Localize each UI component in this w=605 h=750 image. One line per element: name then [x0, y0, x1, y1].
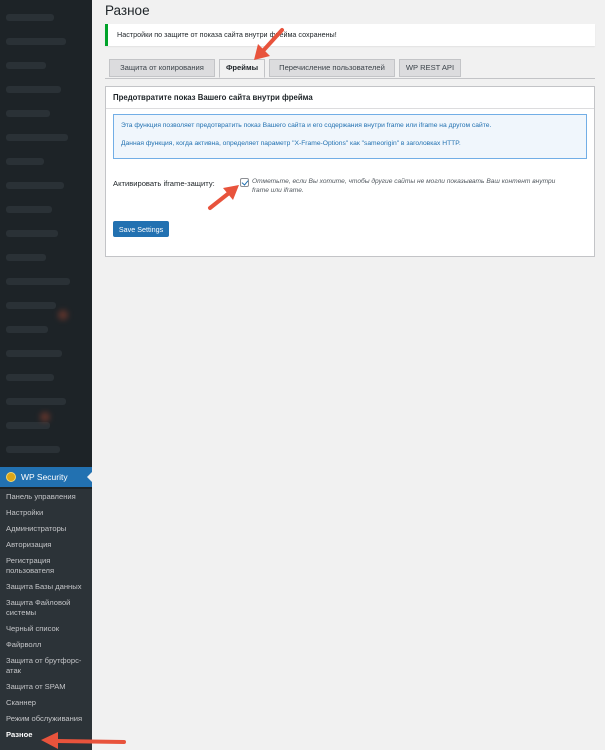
sidebar-item[interactable]: Разное — [0, 727, 92, 743]
blurred-admin-menu — [0, 0, 92, 460]
sidebar-item[interactable]: Защита Базы данных — [0, 579, 92, 595]
sidebar-item[interactable]: Панель управления — [0, 489, 92, 505]
settings-panel: Предотвратите показ Вашего сайта внутри … — [105, 86, 595, 257]
sidebar-item[interactable]: Сканнер — [0, 695, 92, 711]
sidebar-item[interactable]: Защита от брутфорс-атак — [0, 653, 92, 679]
success-notice: Настройки по защите от показа сайта внут… — [105, 24, 595, 46]
sidebar-item[interactable]: Защита от SPAM — [0, 679, 92, 695]
tab-wp-rest-api[interactable]: WP REST API — [399, 59, 461, 77]
main-content: Разное Настройки по защите от показа сай… — [105, 0, 595, 257]
info-line-1: Эта функция позволяет предотвратить пока… — [121, 122, 492, 129]
admin-sidebar: WP Security Панель управления Настройки Ад… — [0, 0, 92, 750]
sidebar-item[interactable]: Администраторы — [0, 521, 92, 537]
iframe-option-label: Активировать iframe-защиту: — [113, 179, 215, 188]
info-box: Эта функция позволяет предотвратить пока… — [113, 114, 587, 159]
sidebar-item[interactable]: Настройки — [0, 505, 92, 521]
sidebar-submenu: Панель управления Настройки Администраторы… — [0, 489, 92, 750]
info-line-2: Данная функция, когда активна, определяе… — [121, 140, 461, 147]
sidebar-item[interactable]: Режим обслуживания — [0, 711, 92, 727]
sidebar-item[interactable]: Авторизация — [0, 537, 92, 553]
notice-text: Настройки по защите от показа сайта внут… — [117, 30, 337, 39]
iframe-option-description: Отметьте, если Вы хотите, чтобы другие с… — [252, 178, 556, 194]
tab-copy-protection[interactable]: Защита от копирования — [109, 59, 215, 77]
tab-frames[interactable]: Фреймы — [219, 59, 265, 78]
sidebar-item-wp-security[interactable]: WP Security — [0, 467, 92, 487]
shield-icon — [6, 472, 16, 482]
sidebar-plugin-title: WP Security — [21, 472, 68, 482]
page-title: Разное — [105, 3, 150, 18]
panel-heading: Предотвратите показ Вашего сайта внутри … — [106, 87, 594, 109]
save-settings-button[interactable]: Save Settings — [113, 221, 169, 237]
sidebar-item[interactable]: Защита Файловой системы — [0, 595, 92, 621]
iframe-protection-checkbox[interactable] — [240, 178, 249, 187]
tab-bar: Защита от копирования Фреймы Перечислени… — [105, 59, 595, 79]
sidebar-item[interactable]: Файрволл — [0, 637, 92, 653]
sidebar-item[interactable]: Черный список — [0, 621, 92, 637]
sidebar-item[interactable]: Регистрация пользователя — [0, 553, 92, 579]
tab-user-enumeration[interactable]: Перечисление пользователей — [269, 59, 395, 77]
